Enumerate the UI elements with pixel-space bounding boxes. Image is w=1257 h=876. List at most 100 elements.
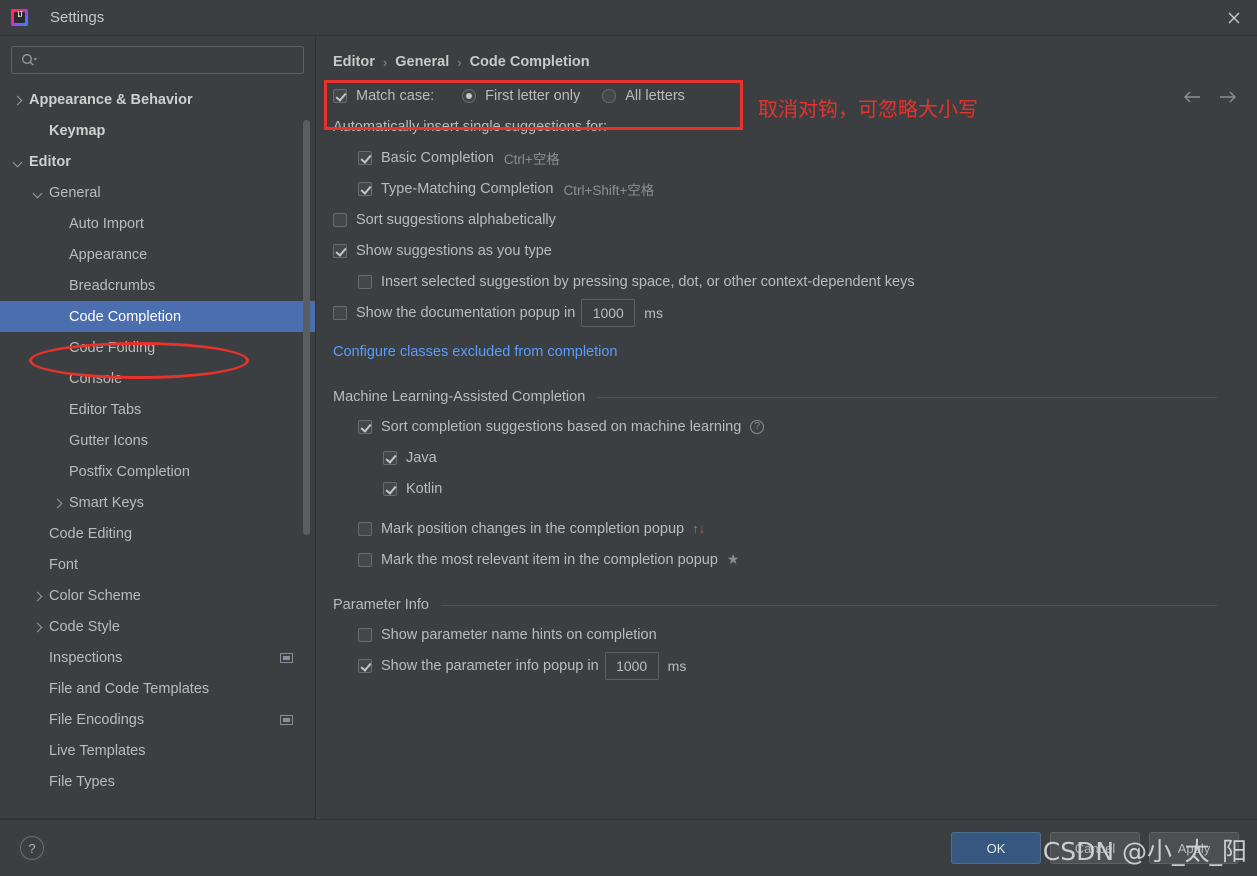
sidebar-item-gutter-icons[interactable]: Gutter Icons: [0, 425, 315, 456]
sidebar-item-code-style[interactable]: Code Style: [0, 611, 315, 642]
sidebar-item-live-templates[interactable]: Live Templates: [0, 735, 315, 766]
dialog-buttons: OK Cancel Apply: [951, 832, 1239, 864]
search-input[interactable]: [44, 52, 284, 68]
breadcrumb: Editor › General › Code Completion: [316, 36, 1257, 70]
sidebar-item-code-completion[interactable]: Code Completion: [0, 301, 315, 332]
doc-popup-checkbox[interactable]: [333, 305, 347, 320]
chevron-down-icon[interactable]: [12, 156, 24, 168]
position-change-arrows-icon: ↑↓: [692, 521, 705, 536]
param-name-hints-row: Show parameter name hints on completion: [333, 619, 1257, 650]
help-button[interactable]: ?: [20, 836, 44, 860]
doc-popup-unit: ms: [644, 304, 663, 321]
all-letters-radio[interactable]: [602, 88, 617, 103]
close-icon-svg: [1228, 12, 1240, 23]
sidebar-item-label: General: [49, 184, 101, 201]
match-case-checkbox[interactable]: [333, 88, 347, 103]
sidebar-item-color-scheme[interactable]: Color Scheme: [0, 580, 315, 611]
sidebar-item-label: Font: [49, 556, 79, 573]
chevron-right-icon[interactable]: [32, 621, 44, 633]
sidebar-item-label: Editor: [29, 153, 71, 170]
param-name-hints-checkbox[interactable]: [358, 627, 372, 642]
chevron-right-icon[interactable]: [52, 497, 64, 509]
sidebar-item-label: Breadcrumbs: [69, 277, 156, 294]
sidebar-item-file-types[interactable]: File Types: [0, 766, 315, 797]
sidebar-item-label: Live Templates: [49, 742, 146, 759]
cancel-button[interactable]: Cancel: [1050, 832, 1140, 864]
search-icon: [22, 54, 37, 66]
mark-relevant-checkbox[interactable]: [358, 552, 372, 567]
sidebar-item-appearance-behavior[interactable]: Appearance & Behavior: [0, 84, 315, 115]
mark-relevant-row: Mark the most relevant item in the compl…: [333, 544, 1257, 575]
search-box[interactable]: [11, 46, 304, 74]
sidebar-item-console[interactable]: Console: [0, 363, 315, 394]
mark-position-checkbox[interactable]: [358, 521, 372, 536]
ok-button[interactable]: OK: [951, 832, 1041, 864]
sidebar-item-label: File and Code Templates: [49, 680, 210, 697]
sidebar-item-label: Color Scheme: [49, 587, 141, 604]
project-scope-icon: [280, 714, 293, 725]
type-matching-completion-checkbox[interactable]: [358, 181, 372, 196]
doc-popup-delay-input[interactable]: [581, 298, 636, 327]
sort-ml-checkbox[interactable]: [358, 419, 372, 434]
breadcrumb-item-code-completion: Code Completion: [469, 54, 590, 70]
sidebar-item-file-encodings[interactable]: File Encodings: [0, 704, 315, 735]
sidebar-item-font[interactable]: Font: [0, 549, 315, 580]
arrow-right-icon[interactable]: [1217, 86, 1239, 108]
ml-java-checkbox[interactable]: [383, 450, 397, 465]
search-container: [0, 36, 315, 82]
sidebar-item-auto-import[interactable]: Auto Import: [0, 208, 315, 239]
sidebar-item-label: Console: [69, 370, 123, 387]
ml-kotlin-checkbox[interactable]: [383, 481, 397, 496]
ml-section-header: Machine Learning-Assisted Completion: [333, 389, 1257, 405]
sidebar-item-code-editing[interactable]: Code Editing: [0, 518, 315, 549]
breadcrumb-item-editor[interactable]: Editor: [333, 54, 375, 70]
insert-selected-row: Insert selected suggestion by pressing s…: [333, 266, 1257, 297]
first-letter-only-radio[interactable]: [462, 88, 477, 103]
navigation-arrows: [1181, 86, 1239, 108]
sidebar-item-editor[interactable]: Editor: [0, 146, 315, 177]
param-info-delay-input[interactable]: [604, 651, 659, 680]
arrow-down-icon: ↓: [698, 521, 706, 536]
sidebar-item-inspections[interactable]: Inspections: [0, 642, 315, 673]
chevron-down-icon[interactable]: [32, 187, 44, 199]
sidebar-item-breadcrumbs[interactable]: Breadcrumbs: [0, 270, 315, 301]
arrow-left-icon[interactable]: [1181, 86, 1203, 108]
settings-content: Editor › General › Code Completion Match…: [316, 36, 1257, 819]
sidebar-item-label: Inspections: [49, 649, 123, 666]
help-icon[interactable]: ?: [750, 419, 765, 434]
sidebar-item-smart-keys[interactable]: Smart Keys: [0, 487, 315, 518]
parameter-info-divider: [440, 604, 1217, 606]
arrow-left-icon-svg: [1184, 91, 1200, 103]
window-title: Settings: [50, 9, 105, 26]
sidebar-item-postfix-completion[interactable]: Postfix Completion: [0, 456, 315, 487]
mark-position-row: Mark position changes in the completion …: [333, 513, 1257, 544]
chevron-right-icon[interactable]: [12, 94, 24, 106]
basic-completion-checkbox[interactable]: [358, 150, 372, 165]
sidebar-item-appearance[interactable]: Appearance: [0, 239, 315, 270]
show-as-you-type-checkbox[interactable]: [333, 243, 347, 258]
sidebar-item-code-folding[interactable]: Code Folding: [0, 332, 315, 363]
show-as-you-type-label: Show suggestions as you type: [356, 242, 552, 259]
auto-insert-label: Automatically insert single suggestions …: [333, 118, 608, 135]
apply-button[interactable]: Apply: [1149, 832, 1239, 864]
configure-excluded-classes-link[interactable]: Configure classes excluded from completi…: [333, 344, 618, 360]
sort-alphabetically-row: Sort suggestions alphabetically: [333, 204, 1257, 235]
insert-selected-checkbox[interactable]: [358, 274, 372, 289]
sidebar-item-editor-tabs[interactable]: Editor Tabs: [0, 394, 315, 425]
sidebar-item-label: Appearance: [69, 246, 148, 263]
param-info-popup-checkbox[interactable]: [358, 658, 372, 673]
settings-body: Appearance & Behavior Keymap Editor General…: [0, 36, 1257, 819]
sidebar-item-file-and-code-templates[interactable]: File and Code Templates: [0, 673, 315, 704]
basic-completion-shortcut: Ctrl+空格: [503, 151, 560, 167]
close-icon[interactable]: [1211, 0, 1257, 35]
sidebar-item-keymap[interactable]: Keymap: [0, 115, 315, 146]
breadcrumb-separator: ›: [457, 54, 462, 70]
breadcrumb-item-general[interactable]: General: [395, 54, 449, 70]
parameter-info-header: Parameter Info: [333, 597, 1257, 613]
doc-popup-row: Show the documentation popup in ms: [333, 297, 1257, 328]
sidebar-scrollbar[interactable]: [303, 120, 310, 535]
sidebar-item-general[interactable]: General: [0, 177, 315, 208]
sort-alphabetically-checkbox[interactable]: [333, 212, 347, 227]
show-as-you-type-row: Show suggestions as you type: [333, 235, 1257, 266]
chevron-right-icon[interactable]: [32, 590, 44, 602]
